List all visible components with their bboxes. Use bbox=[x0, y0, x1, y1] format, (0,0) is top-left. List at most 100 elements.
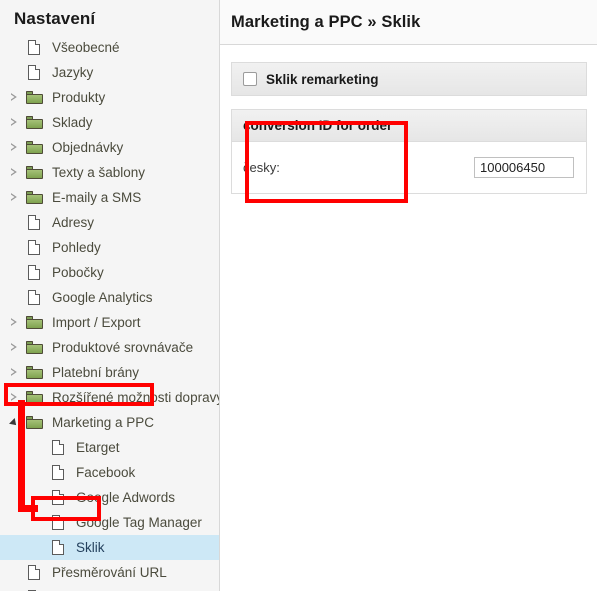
sidebar-item-label: Produkty bbox=[52, 90, 106, 105]
sidebar-item-sklady[interactable]: Sklady bbox=[0, 110, 219, 135]
sidebar-item-emaily-a-sms[interactable]: E-maily a SMS bbox=[0, 185, 219, 210]
page-glyph bbox=[52, 514, 65, 530]
sidebar-item-import-export[interactable]: Import / Export bbox=[0, 310, 219, 335]
sidebar-item-marketing-a-ppc[interactable]: Marketing a PPC bbox=[0, 410, 219, 435]
sidebar-item-objednávky[interactable]: Objednávky bbox=[0, 135, 219, 160]
sidebar-item-label: Google Analytics bbox=[52, 290, 153, 305]
page-icon bbox=[22, 239, 46, 255]
sidebar-item-label: Všeobecné bbox=[52, 40, 120, 55]
sidebar-item-všeobecné[interactable]: Všeobecné bbox=[0, 35, 219, 60]
page-glyph bbox=[28, 39, 41, 55]
expand-toggle[interactable] bbox=[6, 393, 22, 402]
page-glyph bbox=[28, 239, 41, 255]
sidebar-item-label: Facebook bbox=[76, 465, 136, 480]
sidebar-item-label: Adresy bbox=[52, 215, 95, 230]
sidebar-item-label: Objednávky bbox=[52, 140, 124, 155]
sidebar-item-label: Sklady bbox=[52, 115, 93, 130]
folder-glyph bbox=[25, 416, 43, 429]
sidebar-item-label: Google Adwords bbox=[76, 490, 176, 505]
conversion-id-panel-body: česky: bbox=[232, 142, 586, 193]
sklik-remarketing-label: Sklik remarketing bbox=[266, 71, 379, 87]
folder-icon bbox=[22, 166, 46, 179]
sidebar-item-adresy[interactable]: Adresy bbox=[0, 210, 219, 235]
sidebar-item-etarget[interactable]: Etarget bbox=[0, 435, 219, 460]
folder-glyph bbox=[25, 316, 43, 329]
sidebar-item-label: Pohledy bbox=[52, 240, 101, 255]
sidebar-item-pohledy[interactable]: Pohledy bbox=[0, 235, 219, 260]
sidebar-item-label: Rozšířené možnosti dopravy bbox=[52, 390, 220, 405]
folder-glyph bbox=[25, 191, 43, 204]
page-icon bbox=[22, 564, 46, 580]
page-glyph bbox=[28, 214, 41, 230]
sidebar-item-platební-brány[interactable]: Platební brány bbox=[0, 360, 219, 385]
chevron-right-icon bbox=[11, 93, 17, 102]
page-glyph bbox=[52, 439, 65, 455]
expand-toggle[interactable] bbox=[6, 118, 22, 127]
remarketing-panel: Sklik remarketing bbox=[231, 62, 587, 96]
sidebar-item-google-tag-manager[interactable]: Google Tag Manager bbox=[0, 510, 219, 535]
folder-glyph bbox=[25, 116, 43, 129]
sidebar-item-texty-a-šablony[interactable]: Texty a šablony bbox=[0, 160, 219, 185]
chevron-right-icon bbox=[11, 368, 17, 377]
sidebar-item-rozšířené-možnosti-dopravy[interactable]: Rozšířené možnosti dopravy bbox=[0, 385, 219, 410]
page-icon bbox=[46, 539, 70, 555]
expand-toggle[interactable] bbox=[6, 417, 22, 428]
main-content: Marketing a PPC » Sklik Sklik remarketin… bbox=[220, 0, 597, 591]
sidebar-item-label: Import / Export bbox=[52, 315, 141, 330]
chevron-right-icon bbox=[11, 343, 17, 352]
sidebar-item-produkty[interactable]: Produkty bbox=[0, 85, 219, 110]
sidebar-item-label: Texty a šablony bbox=[52, 165, 146, 180]
expand-toggle[interactable] bbox=[6, 343, 22, 352]
expand-toggle[interactable] bbox=[6, 318, 22, 327]
page-icon bbox=[22, 289, 46, 305]
expand-toggle[interactable] bbox=[6, 193, 22, 202]
page-glyph bbox=[52, 539, 65, 555]
chevron-down-icon bbox=[9, 417, 19, 428]
remarketing-panel-bar: Sklik remarketing bbox=[232, 63, 586, 95]
conversion-id-input[interactable] bbox=[474, 157, 574, 178]
folder-icon bbox=[22, 191, 46, 204]
expand-toggle[interactable] bbox=[6, 93, 22, 102]
expand-toggle[interactable] bbox=[6, 168, 22, 177]
sidebar-item-produktové-srovnávače[interactable]: Produktové srovnávače bbox=[0, 335, 219, 360]
page-icon bbox=[22, 264, 46, 280]
sidebar-item-jazyky[interactable]: Jazyky bbox=[0, 60, 219, 85]
page-icon bbox=[22, 214, 46, 230]
sidebar-item-facebook[interactable]: Facebook bbox=[0, 460, 219, 485]
conversion-id-input-wrap bbox=[474, 157, 586, 178]
folder-icon bbox=[22, 91, 46, 104]
page-glyph bbox=[28, 64, 41, 80]
page-glyph bbox=[28, 289, 41, 305]
expand-toggle[interactable] bbox=[6, 368, 22, 377]
page-glyph bbox=[28, 264, 41, 280]
sidebar-item-google-analytics[interactable]: Google Analytics bbox=[0, 285, 219, 310]
conversion-id-field-row: česky: bbox=[232, 142, 586, 193]
sidebar-item-label: Výhodné nabídky bbox=[46, 585, 156, 591]
page-icon bbox=[46, 514, 70, 530]
page-glyph bbox=[52, 464, 65, 480]
page-title: Marketing a PPC » Sklik bbox=[231, 12, 421, 31]
sidebar-item-google-adwords[interactable]: Google Adwords bbox=[0, 485, 219, 510]
sidebar-item-label: Google Tag Manager bbox=[76, 515, 202, 530]
folder-icon bbox=[22, 141, 46, 154]
chevron-right-icon bbox=[11, 393, 17, 402]
sidebar-item-přesměrování-url[interactable]: Přesměrování URL bbox=[0, 560, 219, 585]
expand-toggle[interactable] bbox=[6, 143, 22, 152]
sidebar-item-výhodné-nabídky[interactable]: Výhodné nabídky bbox=[0, 585, 219, 591]
sklik-remarketing-checkbox[interactable] bbox=[243, 72, 257, 86]
conversion-id-field-label: česky: bbox=[243, 160, 280, 175]
page-icon bbox=[22, 39, 46, 55]
chevron-right-icon bbox=[11, 193, 17, 202]
chevron-right-icon bbox=[11, 168, 17, 177]
page-icon bbox=[46, 464, 70, 480]
page-glyph bbox=[28, 564, 41, 580]
folder-icon bbox=[22, 366, 46, 379]
folder-glyph bbox=[25, 341, 43, 354]
page-icon bbox=[46, 439, 70, 455]
sidebar-item-pobočky[interactable]: Pobočky bbox=[0, 260, 219, 285]
folder-icon bbox=[22, 391, 46, 404]
sidebar-item-sklik[interactable]: Sklik bbox=[0, 535, 219, 560]
settings-sidebar: Nastavení Všeobecné Jazyky Produkty Sklady O… bbox=[0, 0, 220, 591]
folder-icon bbox=[22, 116, 46, 129]
sidebar-item-label: Jazyky bbox=[52, 65, 94, 80]
